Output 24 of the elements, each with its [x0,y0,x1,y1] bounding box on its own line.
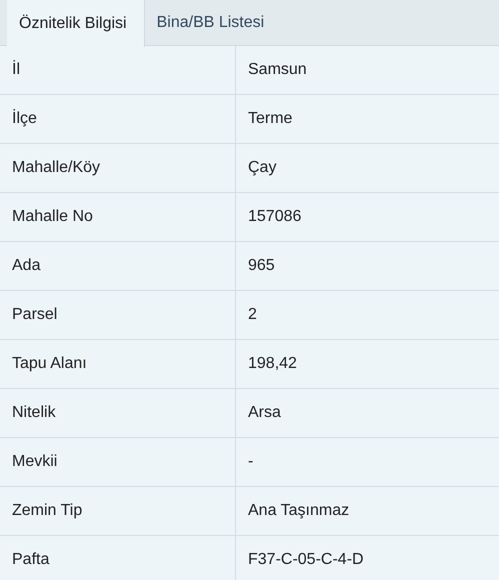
attribute-value: 157086 [235,193,499,241]
attribute-name: İlçe [11,108,38,129]
attribute-value: Terme [235,95,499,143]
attribute-name: İl [11,59,21,80]
attribute-value: F37-C-05-C-4-D [235,536,499,580]
tab[interactable]: Öznitelik Bilgisi [7,0,145,47]
attribute-name: Mahalle No [11,207,94,227]
attribute-value: 198,42 [235,340,499,388]
attribute-value: Çay [235,144,499,192]
attribute-name: Mevkii [11,452,58,472]
attribute-name: Pafta [11,550,50,570]
attribute-name: Parsel [11,305,58,325]
attribute-value: Ana Taşınmaz [235,487,499,535]
attribute-value: Arsa [235,389,499,437]
attribute-value: - [235,438,499,486]
attribute-name: Ada [11,256,42,276]
attribute-name: Nitelik [11,403,57,423]
attribute-name: Mahalle/Köy [11,158,102,178]
tab[interactable]: Bina/BB Listesi [144,0,282,46]
attribute-value: Samsun [235,46,499,94]
attribute-name: Zemin Tip [11,501,84,521]
attribute-value: 2 [235,291,499,339]
attribute-value: 965 [235,242,499,290]
attribute-name: Tapu Alanı [11,354,88,374]
